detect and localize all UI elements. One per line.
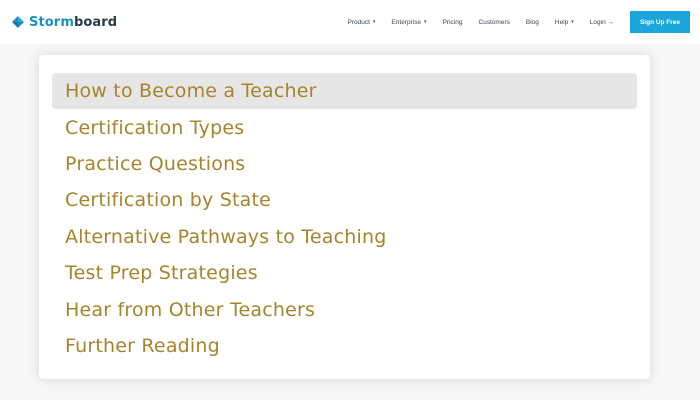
nav-blog[interactable]: Blog: [526, 19, 539, 26]
chevron-down-icon: ▾: [372, 19, 376, 25]
menu-item-alternative-pathways[interactable]: Alternative Pathways to Teaching: [52, 219, 637, 255]
nav-login-label: Login →: [589, 18, 614, 26]
stormboard-logo-icon: [12, 16, 24, 28]
menu-item-test-prep-strategies[interactable]: Test Prep Strategies: [52, 255, 637, 291]
nav-help-label: Help: [554, 18, 569, 26]
main-nav: Product ▾ Enterprise ▾ Pricing Customers…: [332, 0, 700, 44]
nav-pricing-label: Pricing: [442, 18, 463, 26]
topics-card: How to Become a Teacher Certification Ty…: [39, 55, 650, 379]
nav-blog-label: Blog: [525, 18, 539, 26]
stormboard-logo[interactable]: Stormboard: [10, 12, 117, 32]
nav-login[interactable]: Login →: [590, 19, 614, 26]
nav-customers-label: Customers: [478, 18, 510, 26]
sign-up-free-button[interactable]: Sign Up Free: [630, 11, 690, 33]
menu-item-practice-questions[interactable]: Practice Questions: [52, 146, 637, 182]
nav-customers[interactable]: Customers: [478, 19, 509, 26]
nav-product[interactable]: Product ▾: [348, 19, 376, 26]
nav-product-label: Product: [347, 18, 370, 26]
menu-item-certification-types[interactable]: Certification Types: [52, 109, 637, 145]
menu-item-further-reading[interactable]: Further Reading: [52, 328, 637, 364]
nav-help[interactable]: Help ▾: [555, 19, 574, 26]
nav-enterprise-label: Enterprise: [391, 18, 422, 26]
menu-item-how-to-become-a-teacher[interactable]: How to Become a Teacher: [52, 73, 637, 110]
logo-wordmark: Stormboard: [29, 15, 117, 30]
logo-text-storm: Storm: [29, 14, 74, 30]
menu-item-certification-by-state[interactable]: Certification by State: [52, 182, 637, 218]
nav-enterprise[interactable]: Enterprise ▾: [391, 19, 426, 26]
nav-pricing[interactable]: Pricing: [443, 19, 463, 26]
logo-text-board: board: [73, 14, 118, 30]
menu-item-hear-from-other-teachers[interactable]: Hear from Other Teachers: [52, 291, 637, 327]
top-navigation-bar: Stormboard Product ▾ Enterprise ▾ Pricin…: [0, 0, 700, 44]
chevron-down-icon: ▾: [571, 19, 574, 25]
chevron-down-icon: ▾: [424, 19, 427, 25]
topics-menu: How to Become a Teacher Certification Ty…: [52, 73, 637, 364]
